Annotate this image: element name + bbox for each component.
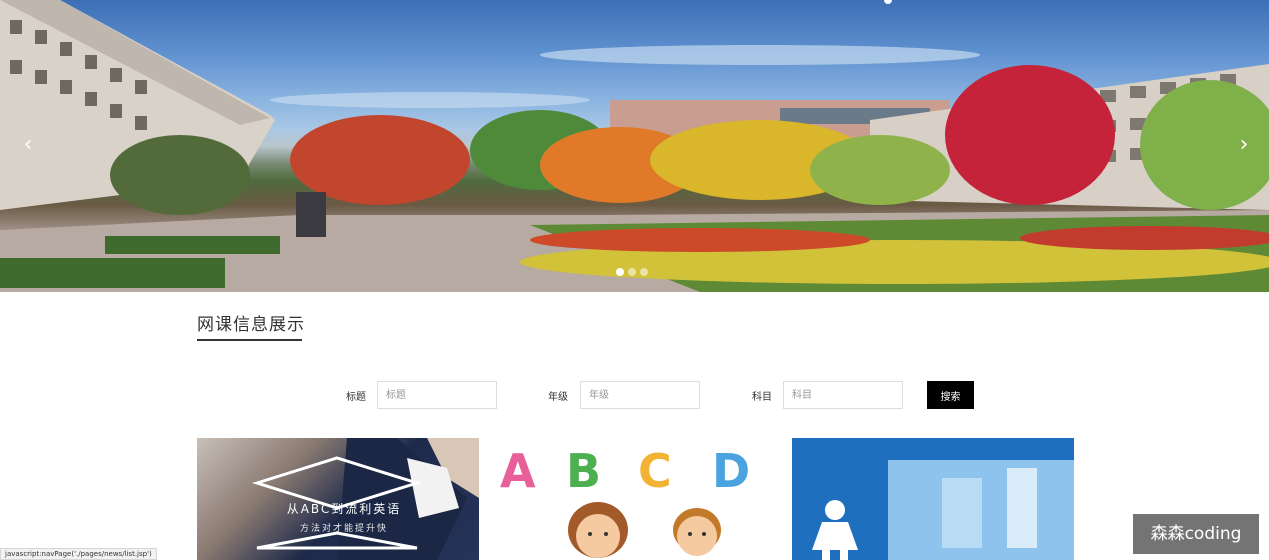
watermark: 森森coding	[1133, 514, 1259, 554]
grade-input[interactable]	[580, 381, 700, 409]
banner-carousel: ‹ ›	[0, 0, 1269, 292]
section-title-underline	[197, 339, 302, 341]
course-card[interactable]: 从ABC到流利英语 方法对才能提升快	[197, 438, 479, 560]
course-card-subtitle: 方法对才能提升快	[299, 524, 388, 534]
carousel-dot-2[interactable]	[628, 268, 636, 276]
grade-label: 年级	[548, 392, 568, 403]
search-form: 标题 年级 科目 搜索	[0, 381, 1269, 409]
carousel-dot-1[interactable]	[616, 268, 624, 276]
browser-status-bar: javascript:navPage('./pages/news/list.js…	[0, 548, 157, 560]
course-card-image	[251, 438, 479, 560]
title-label: 标题	[346, 392, 366, 403]
carousel-prev-button[interactable]: ‹	[15, 132, 41, 158]
search-button[interactable]: 搜索	[927, 381, 974, 409]
course-card[interactable]	[792, 438, 1074, 560]
kids-illustration	[568, 502, 721, 558]
section-title: 网课信息展示	[197, 315, 305, 335]
course-card-caption: 从ABC到流利英语 方法对才能提升快	[269, 500, 419, 534]
course-card[interactable]: A B C D	[494, 438, 776, 560]
subject-input[interactable]	[783, 381, 903, 409]
carousel-indicators	[616, 268, 656, 278]
title-input[interactable]	[377, 381, 497, 409]
course-card-title: 从ABC到流利英语	[286, 502, 402, 516]
carousel-dot-3[interactable]	[640, 268, 648, 276]
carousel-next-button[interactable]: ›	[1231, 132, 1257, 158]
campus-photo	[0, 0, 1269, 292]
course-card-image	[812, 460, 1074, 560]
subject-label: 科目	[752, 392, 772, 403]
